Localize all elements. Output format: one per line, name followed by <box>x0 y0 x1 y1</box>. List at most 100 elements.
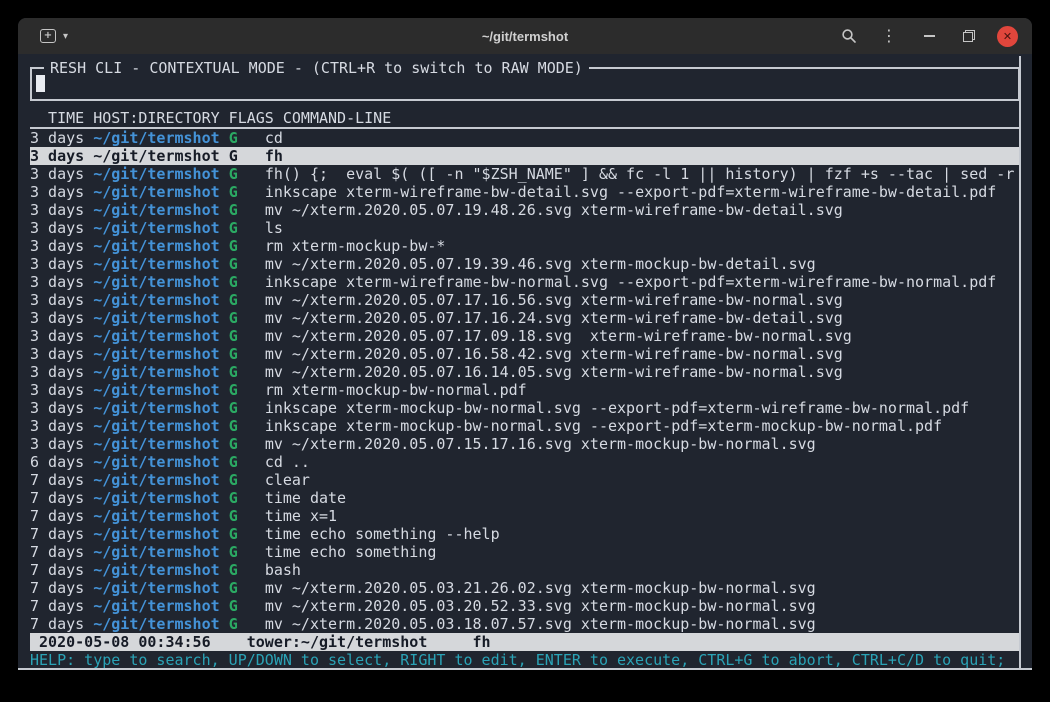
new-tab-icon: + <box>40 29 56 43</box>
history-row[interactable]: 3 days ~/git/termshot G fh() {; eval $( … <box>30 165 1020 183</box>
history-directory: ~/git/termshot <box>93 471 219 489</box>
history-directory: ~/git/termshot <box>93 327 219 345</box>
history-flag: G <box>229 417 238 435</box>
history-command: mv ~/xterm.2020.05.03.20.52.33.svg xterm… <box>265 597 816 615</box>
history-row[interactable]: 3 days ~/git/termshot G mv ~/xterm.2020.… <box>30 201 1020 219</box>
history-flag: G <box>229 597 238 615</box>
history-time: 3 days <box>30 201 84 219</box>
chevron-down-icon[interactable]: ▾ <box>63 31 68 42</box>
history-row[interactable]: 3 days ~/git/termshot G mv ~/xterm.2020.… <box>30 291 1020 309</box>
history-flag: G <box>229 489 238 507</box>
history-command: mv ~/xterm.2020.05.07.16.58.42.svg xterm… <box>265 345 843 363</box>
history-directory: ~/git/termshot <box>93 201 219 219</box>
history-directory: ~/git/termshot <box>93 273 219 291</box>
history-row[interactable]: 7 days ~/git/termshot G clear <box>30 471 1020 489</box>
history-list: 3 days ~/git/termshot G cd3 days ~/git/t… <box>30 129 1020 633</box>
history-time: 7 days <box>30 489 84 507</box>
history-flag: G <box>229 543 238 561</box>
history-row[interactable]: 7 days ~/git/termshot G mv ~/xterm.2020.… <box>30 615 1020 633</box>
history-flag: G <box>229 507 238 525</box>
history-time: 7 days <box>30 579 84 597</box>
history-command: fh <box>265 147 283 165</box>
history-row[interactable]: 3 days ~/git/termshot G ls <box>30 219 1020 237</box>
history-command: mv ~/xterm.2020.05.03.18.07.57.svg xterm… <box>265 615 816 633</box>
history-directory: ~/git/termshot <box>93 435 219 453</box>
history-flag: G <box>229 453 238 471</box>
history-directory: ~/git/termshot <box>93 345 219 363</box>
history-time: 3 days <box>30 381 84 399</box>
history-time: 3 days <box>30 309 84 327</box>
history-time: 7 days <box>30 543 84 561</box>
history-row[interactable]: 7 days ~/git/termshot G time echo someth… <box>30 543 1020 561</box>
history-row[interactable]: 3 days ~/git/termshot G rm xterm-mockup-… <box>30 237 1020 255</box>
minimize-button[interactable] <box>917 24 941 48</box>
history-command: cd <box>265 129 283 147</box>
history-flag: G <box>229 345 238 363</box>
history-row[interactable]: 3 days ~/git/termshot G fh <box>30 147 1020 165</box>
history-time: 3 days <box>30 129 84 147</box>
history-row[interactable]: 7 days ~/git/termshot G mv ~/xterm.2020.… <box>30 597 1020 615</box>
history-command: time echo something <box>265 543 437 561</box>
history-directory: ~/git/termshot <box>93 129 219 147</box>
history-row[interactable]: 3 days ~/git/termshot G inkscape xterm-w… <box>30 183 1020 201</box>
history-directory: ~/git/termshot <box>93 615 219 633</box>
history-row[interactable]: 7 days ~/git/termshot G mv ~/xterm.2020.… <box>30 579 1020 597</box>
history-flag: G <box>229 129 238 147</box>
history-row[interactable]: 3 days ~/git/termshot G mv ~/xterm.2020.… <box>30 255 1020 273</box>
history-row[interactable]: 7 days ~/git/termshot G time date <box>30 489 1020 507</box>
history-command: mv ~/xterm.2020.05.07.17.09.18.svg xterm… <box>265 327 852 345</box>
history-row[interactable]: 3 days ~/git/termshot G cd <box>30 129 1020 147</box>
history-row[interactable]: 3 days ~/git/termshot G inkscape xterm-w… <box>30 273 1020 291</box>
history-time: 3 days <box>30 363 84 381</box>
scrollbar[interactable] <box>1019 56 1021 668</box>
history-row[interactable]: 3 days ~/git/termshot G mv ~/xterm.2020.… <box>30 363 1020 381</box>
history-directory: ~/git/termshot <box>93 219 219 237</box>
history-row[interactable]: 6 days ~/git/termshot G cd .. <box>30 453 1020 471</box>
history-directory: ~/git/termshot <box>93 453 219 471</box>
history-row[interactable]: 3 days ~/git/termshot G mv ~/xterm.2020.… <box>30 327 1020 345</box>
header-flags: FLAGS <box>229 109 274 127</box>
history-time: 3 days <box>30 291 84 309</box>
history-row[interactable]: 7 days ~/git/termshot G time x=1 <box>30 507 1020 525</box>
restore-button[interactable] <box>957 24 981 48</box>
history-directory: ~/git/termshot <box>93 561 219 579</box>
resh-mode-label: RESH CLI - CONTEXTUAL MODE - (CTRL+R to … <box>44 59 589 77</box>
history-time: 3 days <box>30 237 84 255</box>
search-button[interactable] <box>837 24 861 48</box>
history-command: time x=1 <box>265 507 337 525</box>
history-command: ls <box>265 219 283 237</box>
new-tab-button[interactable]: + <box>40 24 56 48</box>
history-time: 7 days <box>30 507 84 525</box>
history-directory: ~/git/termshot <box>93 363 219 381</box>
history-command: mv ~/xterm.2020.05.07.16.14.05.svg xterm… <box>265 363 843 381</box>
history-directory: ~/git/termshot <box>93 399 219 417</box>
history-row[interactable]: 7 days ~/git/termshot G bash <box>30 561 1020 579</box>
close-button[interactable]: ✕ <box>997 24 1018 48</box>
history-row[interactable]: 3 days ~/git/termshot G mv ~/xterm.2020.… <box>30 345 1020 363</box>
history-time: 7 days <box>30 471 84 489</box>
resh-search-box[interactable]: RESH CLI - CONTEXTUAL MODE - (CTRL+R to … <box>30 67 1020 101</box>
menu-button[interactable]: ⋮ <box>877 24 901 48</box>
history-row[interactable]: 3 days ~/git/termshot G inkscape xterm-m… <box>30 399 1020 417</box>
history-time: 3 days <box>30 327 84 345</box>
terminal-content[interactable]: RESH CLI - CONTEXTUAL MODE - (CTRL+R to … <box>18 54 1032 668</box>
history-command: rm xterm-mockup-bw-normal.pdf <box>265 381 527 399</box>
history-row[interactable]: 3 days ~/git/termshot G mv ~/xterm.2020.… <box>30 309 1020 327</box>
history-flag: G <box>229 183 238 201</box>
history-flag: G <box>229 561 238 579</box>
history-directory: ~/git/termshot <box>93 309 219 327</box>
status-bar: 2020-05-08 00:34:56 tower:~/git/termshot… <box>30 633 1020 651</box>
history-row[interactable]: 3 days ~/git/termshot G mv ~/xterm.2020.… <box>30 435 1020 453</box>
history-row[interactable]: 3 days ~/git/termshot G rm xterm-mockup-… <box>30 381 1020 399</box>
history-flag: G <box>229 291 238 309</box>
history-row[interactable]: 7 days ~/git/termshot G time echo someth… <box>30 525 1020 543</box>
history-row[interactable]: 3 days ~/git/termshot G inkscape xterm-m… <box>30 417 1020 435</box>
history-flag: G <box>229 525 238 543</box>
history-time: 3 days <box>30 219 84 237</box>
history-flag: G <box>229 363 238 381</box>
history-header: TIME HOST:DIRECTORY FLAGS COMMAND-LINE <box>30 109 1020 129</box>
history-flag: G <box>229 201 238 219</box>
history-directory: ~/git/termshot <box>93 165 219 183</box>
history-directory: ~/git/termshot <box>93 183 219 201</box>
history-command: rm xterm-mockup-bw-* <box>265 237 446 255</box>
